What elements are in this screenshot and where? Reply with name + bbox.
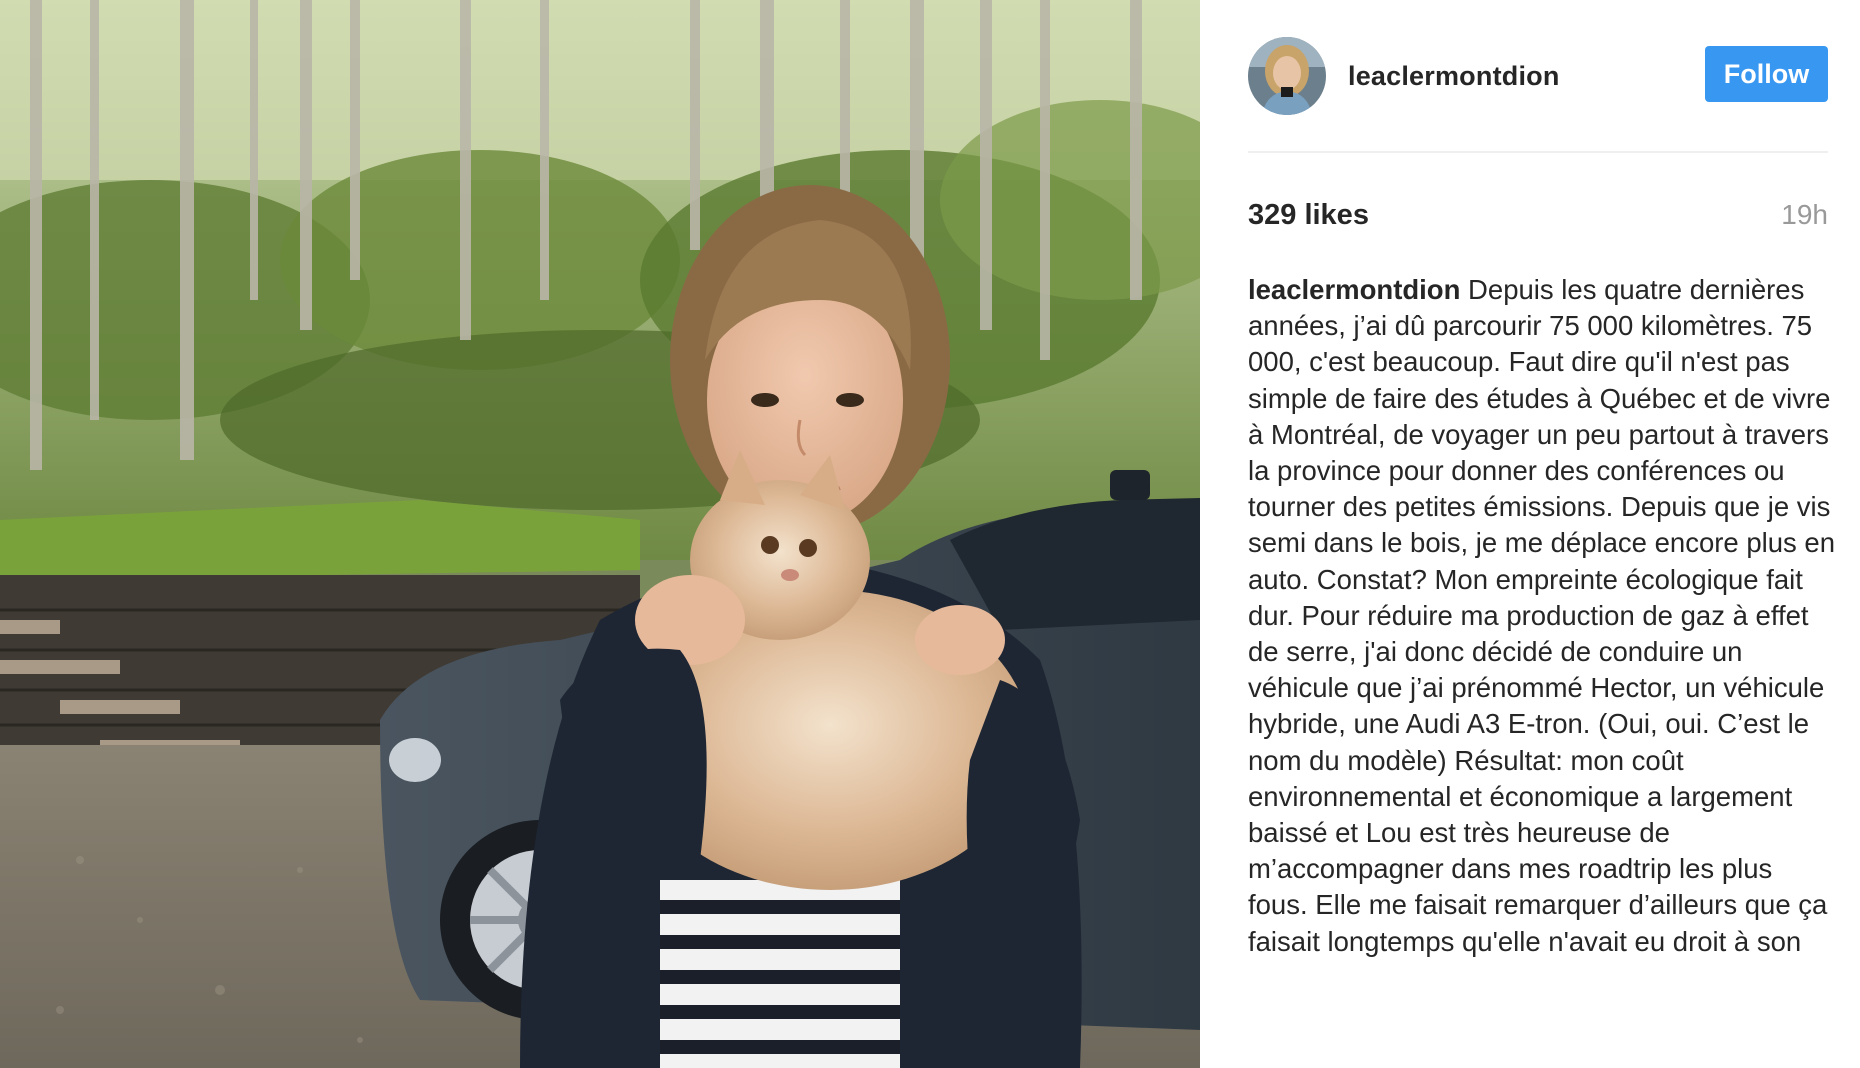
post-sidebar: leaclermontdion Follow 329 likes 19h lea… xyxy=(1200,0,1860,1068)
post-header: leaclermontdion Follow xyxy=(1248,36,1828,116)
photo-scene xyxy=(0,0,1200,1068)
instagram-post: leaclermontdion Follow 329 likes 19h lea… xyxy=(0,0,1860,1068)
post-photo[interactable] xyxy=(0,0,1200,1068)
avatar[interactable] xyxy=(1248,37,1326,115)
avatar-image xyxy=(1248,37,1326,115)
post-timestamp[interactable]: 19h xyxy=(1781,199,1828,231)
likes-count[interactable]: 329 likes xyxy=(1248,199,1369,232)
header-divider xyxy=(1248,151,1828,153)
follow-button[interactable]: Follow xyxy=(1705,46,1828,102)
likes-row: 329 likes 19h xyxy=(1248,195,1828,235)
caption-username[interactable]: leaclermontdion xyxy=(1248,274,1460,305)
caption-text: Depuis les quatre dernières années, j’ai… xyxy=(1248,274,1836,957)
username-link[interactable]: leaclermontdion xyxy=(1348,61,1560,92)
post-caption: leaclermontdion Depuis les quatre derniè… xyxy=(1248,272,1838,960)
